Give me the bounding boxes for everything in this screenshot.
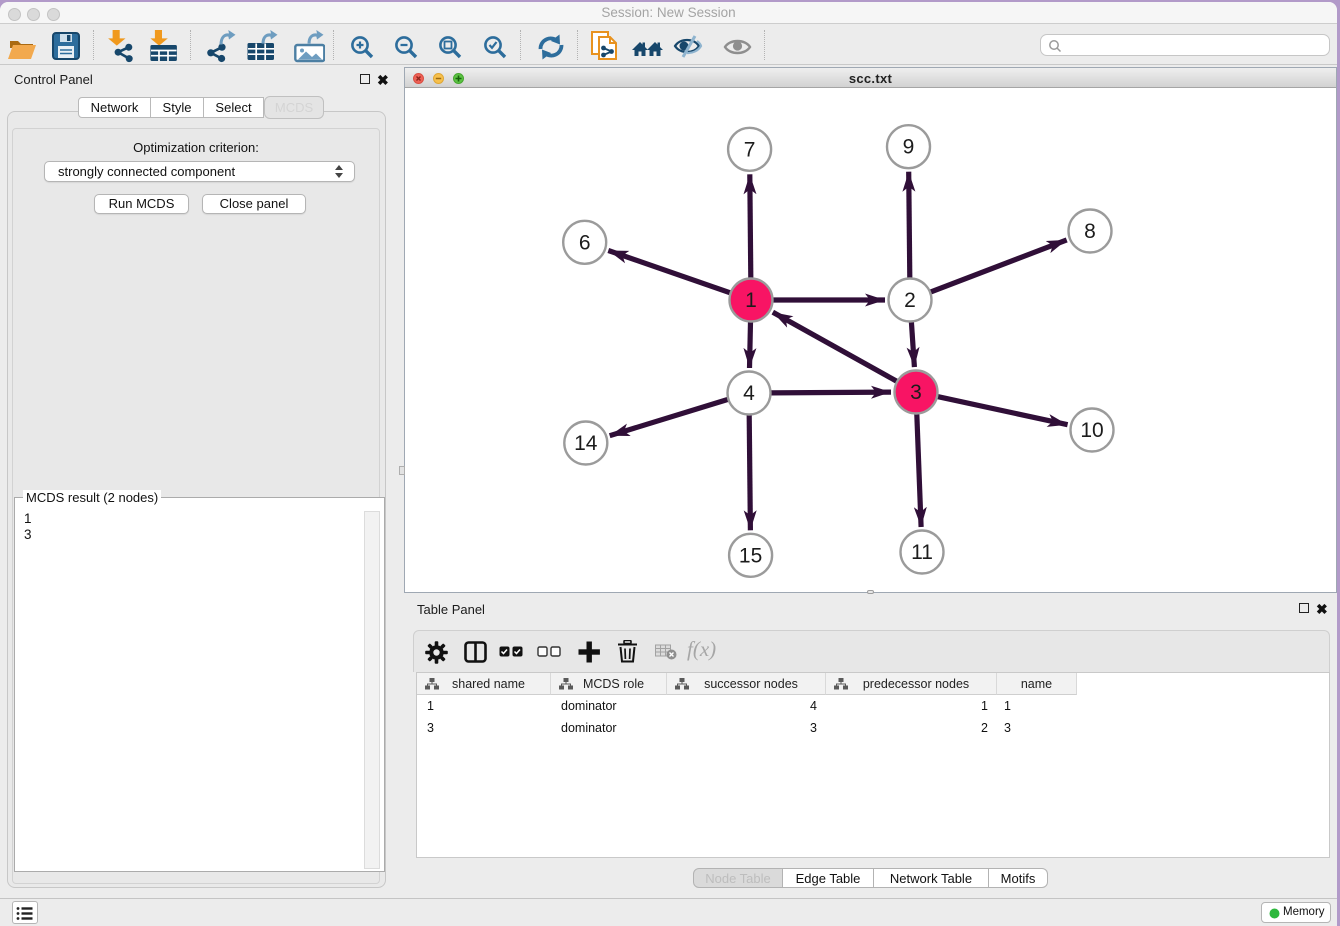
- svg-text:4: 4: [743, 382, 755, 405]
- svg-text:6: 6: [579, 231, 591, 254]
- svg-text:9: 9: [903, 136, 915, 159]
- svg-text:10: 10: [1080, 419, 1103, 442]
- svg-text:3: 3: [910, 381, 922, 404]
- svg-text:14: 14: [574, 432, 598, 455]
- svg-text:7: 7: [744, 138, 756, 161]
- svg-text:1: 1: [745, 289, 757, 312]
- svg-text:15: 15: [739, 544, 762, 567]
- svg-text:11: 11: [911, 541, 933, 564]
- svg-text:2: 2: [904, 289, 916, 312]
- svg-text:8: 8: [1084, 220, 1096, 243]
